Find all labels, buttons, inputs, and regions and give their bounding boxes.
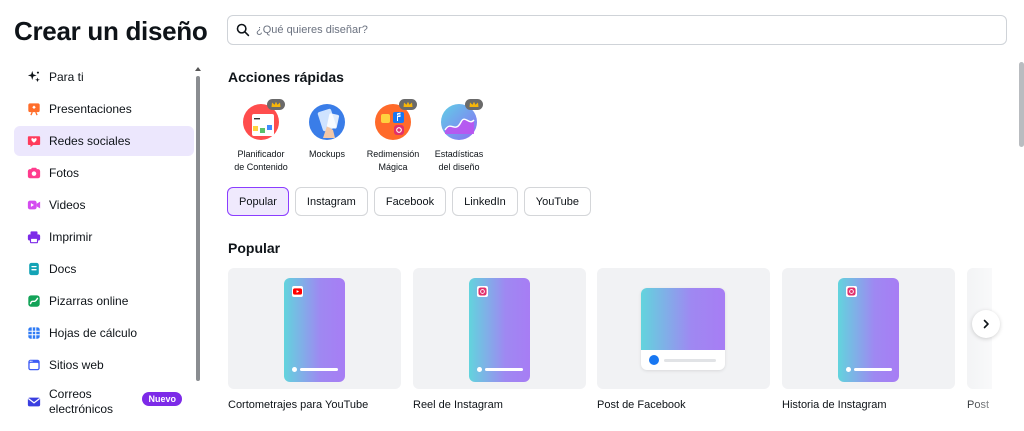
crown-icon — [465, 99, 483, 110]
card-instagram-story[interactable]: Historia de Instagram — [782, 268, 955, 411]
video-icon — [27, 198, 41, 212]
page-title: Crear un diseño — [14, 16, 208, 46]
card-label: Cortometrajes para YouTube — [228, 399, 369, 411]
card-thumbnail — [782, 268, 955, 389]
sidebar-item-imprimir[interactable]: Imprimir — [14, 222, 194, 252]
card-facebook-post[interactable]: Post de Facebook — [597, 268, 770, 411]
insights-icon — [441, 99, 483, 140]
facebook-post-preview — [641, 288, 725, 370]
search-bar[interactable] — [227, 15, 1007, 45]
printer-icon — [27, 230, 41, 244]
spreadsheet-icon — [27, 326, 41, 340]
magic-resize-icon — [375, 99, 417, 140]
main-scrollbar[interactable] — [1019, 62, 1024, 147]
popular-title: Popular — [228, 240, 281, 256]
crown-icon — [267, 99, 285, 110]
card-label: Reel de Instagram — [413, 399, 503, 411]
sidebar-item-presentaciones[interactable]: Presentaciones — [14, 94, 194, 124]
progress-line — [292, 366, 338, 372]
search-input[interactable] — [256, 24, 956, 36]
card-youtube-shorts[interactable]: Cortometrajes para YouTube — [228, 268, 401, 411]
sparkle-icon — [27, 70, 41, 84]
quick-action-label: Planificador de Contenido — [234, 149, 288, 172]
card-thumbnail — [597, 268, 770, 389]
website-icon — [27, 358, 41, 372]
quick-action-design-insights[interactable]: Estadísticas del diseño — [424, 99, 494, 174]
sidebar-item-pizarras-online[interactable]: Pizarras online — [14, 286, 194, 316]
progress-line — [846, 366, 892, 372]
instagram-icon — [477, 286, 488, 297]
poster-preview — [469, 278, 530, 382]
card-label: Post de Facebook — [597, 399, 686, 411]
sidebar-item-docs[interactable]: Docs — [14, 254, 194, 284]
sidebar-item-redes-sociales[interactable]: Redes sociales — [14, 126, 194, 156]
quick-action-label: Redimensión Mágica — [366, 149, 420, 172]
sidebar-item-sitios-web[interactable]: Sitios web — [14, 350, 194, 380]
sidebar-item-label: Redes sociales — [49, 133, 131, 148]
sidebar-item-videos[interactable]: Videos — [14, 190, 194, 220]
youtube-icon — [292, 286, 303, 297]
email-icon — [27, 395, 41, 409]
carousel-next-button[interactable] — [972, 310, 1000, 338]
sidebar-item-correos-electronicos[interactable]: Correos electrónicos Nuevo — [14, 384, 194, 420]
quick-action-mockups[interactable]: Mockups — [292, 104, 362, 161]
presentation-icon — [27, 102, 41, 116]
quick-action-magic-resize[interactable]: Redimensión Mágica — [358, 99, 428, 174]
chip-popular[interactable]: Popular — [227, 187, 289, 216]
quick-actions-title: Acciones rápidas — [228, 69, 344, 85]
card-post-partial[interactable]: Post — [967, 268, 992, 411]
sidebar-item-label: Hojas de cálculo — [49, 325, 138, 340]
sidebar-scrollbar[interactable] — [196, 76, 200, 381]
sidebar-item-label: Videos — [49, 197, 86, 212]
sidebar-item-label: Pizarras online — [49, 293, 129, 308]
sidebar-item-label: Correos electrónicos — [49, 387, 114, 416]
sidebar-item-fotos[interactable]: Fotos — [14, 158, 194, 188]
whiteboard-icon — [27, 294, 41, 308]
card-label: Post — [967, 399, 990, 411]
instagram-icon — [846, 286, 857, 297]
filter-chips: Popular Instagram Facebook LinkedIn YouT… — [227, 187, 591, 216]
camera-icon — [27, 166, 41, 180]
poster-preview — [284, 278, 345, 382]
content-planner-icon — [243, 99, 285, 140]
quick-action-content-planner[interactable]: Planificador de Contenido — [226, 99, 296, 174]
mockups-icon — [309, 104, 345, 140]
progress-line — [477, 366, 523, 372]
create-design-page: Crear un diseño Para ti Presentaciones R… — [0, 0, 1024, 431]
chevron-right-icon — [983, 319, 989, 329]
sidebar-item-label: Fotos — [49, 165, 80, 180]
chip-facebook[interactable]: Facebook — [373, 187, 447, 216]
chip-linkedin[interactable]: LinkedIn — [452, 187, 518, 216]
quick-action-label: Mockups — [308, 149, 345, 159]
sidebar-item-label: Presentaciones — [49, 101, 132, 116]
sidebar-scroll-up-icon[interactable] — [195, 67, 201, 71]
card-thumbnail — [228, 268, 401, 389]
search-icon — [236, 23, 250, 37]
sidebar: Para ti Presentaciones Redes sociales Fo… — [14, 62, 194, 431]
sidebar-item-label: Imprimir — [49, 229, 93, 244]
sidebar-item-label: Para ti — [49, 69, 84, 84]
card-label: Historia de Instagram — [782, 399, 887, 411]
chip-youtube[interactable]: YouTube — [523, 187, 591, 216]
poster-preview — [838, 278, 899, 382]
crown-icon — [399, 99, 417, 110]
doc-icon — [27, 262, 41, 276]
card-instagram-reel[interactable]: Reel de Instagram — [413, 268, 586, 411]
facebook-icon — [649, 355, 659, 365]
popular-carousel: Cortometrajes para YouTube Reel de Insta… — [228, 268, 992, 431]
sidebar-item-para-ti[interactable]: Para ti — [14, 62, 194, 92]
sidebar-item-label: Docs — [49, 261, 77, 276]
quick-action-label: Estadísticas del diseño — [434, 149, 484, 172]
sidebar-item-hojas-de-calculo[interactable]: Hojas de cálculo — [14, 318, 194, 348]
chip-instagram[interactable]: Instagram — [294, 187, 368, 216]
card-thumbnail — [413, 268, 586, 389]
sidebar-item-label: Sitios web — [49, 357, 104, 372]
new-badge: Nuevo — [142, 392, 182, 406]
heart-chat-icon — [27, 134, 41, 148]
